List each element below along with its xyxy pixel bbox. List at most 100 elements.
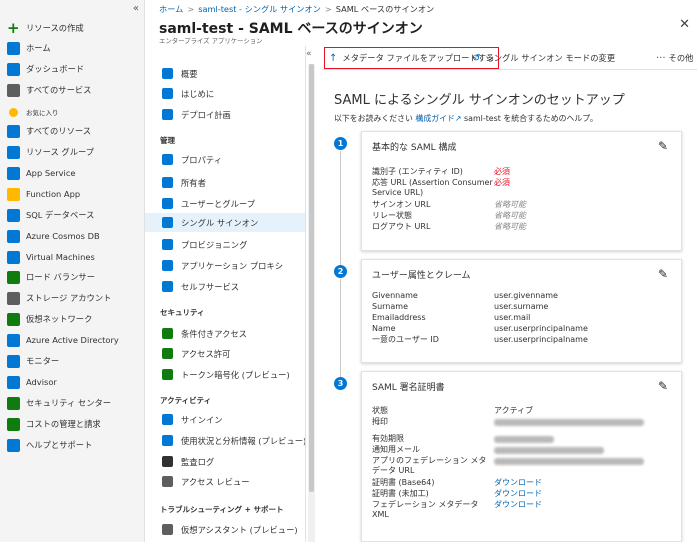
menu-item-22[interactable]: 仮想アシスタント (プレビュー): [145, 520, 305, 539]
menu-item-9[interactable]: プロビジョニング: [145, 235, 305, 254]
field-label: 証明書 (未加工): [372, 489, 429, 498]
menu-item-14[interactable]: アクセス許可: [145, 344, 305, 363]
menu-item-10[interactable]: アプリケーション プロキシ: [145, 256, 305, 275]
field-value: 省略可能: [494, 222, 526, 231]
sso-icon: [162, 217, 173, 228]
sidebar-item-6[interactable]: すべてのリソース: [0, 121, 144, 141]
sidebar-item-label: Function App: [26, 189, 81, 199]
change-sso-mode-button[interactable]: ↺ シングル サインオン モードの変更: [472, 46, 615, 70]
field-value: 必須: [494, 178, 510, 187]
security-center-icon: [7, 396, 20, 410]
more-icon: ···: [656, 52, 666, 64]
portal-sidebar: « + リソースの作成 ホーム ダッシュボード すべてのサービスお気に入りすべてのリソー…: [0, 0, 145, 542]
menu-item-label: トークン暗号化 (プレビュー): [181, 369, 290, 380]
edit-pencil-icon[interactable]: ✎: [658, 139, 668, 153]
breadcrumb: ホーム > saml-test - シングル サインオン > SAML ベースの…: [159, 2, 434, 16]
menu-item-7[interactable]: ユーザーとグループ: [145, 194, 305, 213]
page-title: saml-test - SAML ベースのサインオン: [159, 21, 423, 37]
menu-item-1[interactable]: 概要: [145, 64, 305, 83]
menu-item-label: はじめに: [181, 88, 215, 99]
upload-icon: ↑: [329, 52, 338, 64]
menu-item-5[interactable]: プロパティ: [145, 150, 305, 169]
field-label: 拇印: [372, 417, 388, 426]
collapse-menu-icon[interactable]: «: [306, 49, 312, 59]
menu-item-6[interactable]: 所有者: [145, 173, 305, 192]
sidebar-item-17[interactable]: モニター: [0, 351, 144, 371]
sidebar-item-label: SQL データベース: [26, 210, 95, 220]
field-label: 証明書 (Base64): [372, 478, 435, 487]
menu-section-header: セキュリティ: [160, 308, 205, 317]
sidebar-item-2[interactable]: ホーム: [0, 38, 144, 58]
sidebar-item-8[interactable]: App Service: [0, 163, 144, 183]
download-link[interactable]: ダウンロード: [494, 500, 542, 510]
menu-item-2[interactable]: はじめに: [145, 84, 305, 103]
function-app-icon: [7, 187, 20, 201]
edit-pencil-icon[interactable]: ✎: [658, 379, 668, 393]
sidebar-item-19[interactable]: セキュリティ センター: [0, 393, 144, 413]
sidebar-item-1[interactable]: + リソースの作成: [0, 18, 144, 38]
menu-item-label: 概要: [181, 68, 198, 79]
menu-item-label: 仮想アシスタント (プレビュー): [181, 524, 298, 535]
monitor-icon: [7, 354, 20, 368]
field-value: user.surname: [494, 302, 549, 311]
menu-section-header: 管理: [160, 136, 175, 145]
sql-database-icon: [7, 208, 20, 222]
menu-item-3[interactable]: デプロイ計画: [145, 105, 305, 124]
close-icon[interactable]: ✕: [679, 17, 690, 32]
menu-item-18[interactable]: 使用状況と分析情報 (プレビュー): [145, 431, 305, 450]
collapse-sidebar-icon[interactable]: «: [133, 3, 139, 14]
field-label: 有効期限: [372, 434, 404, 443]
sidebar-item-15[interactable]: 仮想ネットワーク: [0, 309, 144, 329]
sidebar-item-label: セキュリティ センター: [26, 398, 112, 408]
configuration-guide-link[interactable]: 構成ガイド: [415, 114, 454, 123]
download-link[interactable]: ダウンロード: [494, 489, 542, 499]
field-label: Name: [372, 324, 396, 333]
menu-item-label: セルフサービス: [181, 281, 240, 292]
field-label: リレー状態: [372, 211, 412, 220]
card-title: 基本的な SAML 構成: [372, 143, 457, 153]
sidebar-item-20[interactable]: コストの管理と請求: [0, 414, 144, 434]
sidebar-item-10[interactable]: SQL データベース: [0, 205, 144, 225]
sidebar-item-14[interactable]: ストレージ アカウント: [0, 288, 144, 308]
menu-item-11[interactable]: セルフサービス: [145, 277, 305, 296]
field-label: 通知用メール: [372, 445, 420, 454]
menu-item-label: 監査ログ: [181, 456, 215, 467]
step-number-1: 1: [334, 137, 347, 150]
menu-scrollbar-thumb[interactable]: [309, 64, 314, 492]
sidebar-item-16[interactable]: Azure Active Directory: [0, 330, 144, 350]
sidebar-item-3[interactable]: ダッシュボード: [0, 59, 144, 79]
sidebar-item-label: コストの管理と請求: [26, 419, 101, 429]
breadcrumb-sso-link[interactable]: saml-test - シングル サインオン: [198, 3, 321, 15]
sidebar-item-18[interactable]: Advisor: [0, 372, 144, 392]
menu-item-8[interactable]: シングル サインオン: [145, 213, 305, 232]
intro-text: 以下をお読みください 構成ガイド↗ saml-test を統合するためのヘルプ。: [334, 113, 598, 124]
menu-item-17[interactable]: サインイン: [145, 410, 305, 429]
setup-card-3: SAML 署名証明書 ✎ 状態 アクティブ 拇印 有効期限 通知用メール アプリのフェデレーシ…: [361, 371, 682, 542]
breadcrumb-home-link[interactable]: ホーム: [159, 3, 183, 15]
menu-item-19[interactable]: 監査ログ: [145, 452, 305, 471]
redacted-value: [494, 436, 554, 443]
menu-section-header: トラブルシューティング + サポート: [160, 505, 284, 514]
resource-group-icon: [7, 145, 20, 159]
owners-icon: [162, 177, 173, 188]
access-review-icon: [162, 476, 173, 487]
sidebar-item-label: お気に入り: [26, 109, 59, 117]
sidebar-item-7[interactable]: リソース グループ: [0, 142, 144, 162]
field-value: 必須: [494, 167, 510, 176]
more-button[interactable]: ··· その他: [656, 46, 693, 70]
edit-pencil-icon[interactable]: ✎: [658, 267, 668, 281]
sidebar-item-label: リソース グループ: [26, 147, 95, 157]
menu-item-13[interactable]: 条件付きアクセス: [145, 324, 305, 343]
sidebar-item-12[interactable]: Virtual Machines: [0, 247, 144, 267]
sidebar-item-11[interactable]: Azure Cosmos DB: [0, 226, 144, 246]
field-label: 識別子 (エンティティ ID): [372, 167, 463, 176]
menu-item-15[interactable]: トークン暗号化 (プレビュー): [145, 365, 305, 384]
sidebar-item-21[interactable]: ヘルプとサポート: [0, 435, 144, 455]
sidebar-item-13[interactable]: ロード バランサー: [0, 267, 144, 287]
cost-management-icon: [7, 417, 20, 431]
download-link[interactable]: ダウンロード: [494, 478, 542, 488]
menu-item-20[interactable]: アクセス レビュー: [145, 472, 305, 491]
sidebar-item-4[interactable]: すべてのサービス: [0, 80, 144, 100]
sidebar-item-9[interactable]: Function App: [0, 184, 144, 204]
storage-account-icon: [7, 291, 20, 305]
